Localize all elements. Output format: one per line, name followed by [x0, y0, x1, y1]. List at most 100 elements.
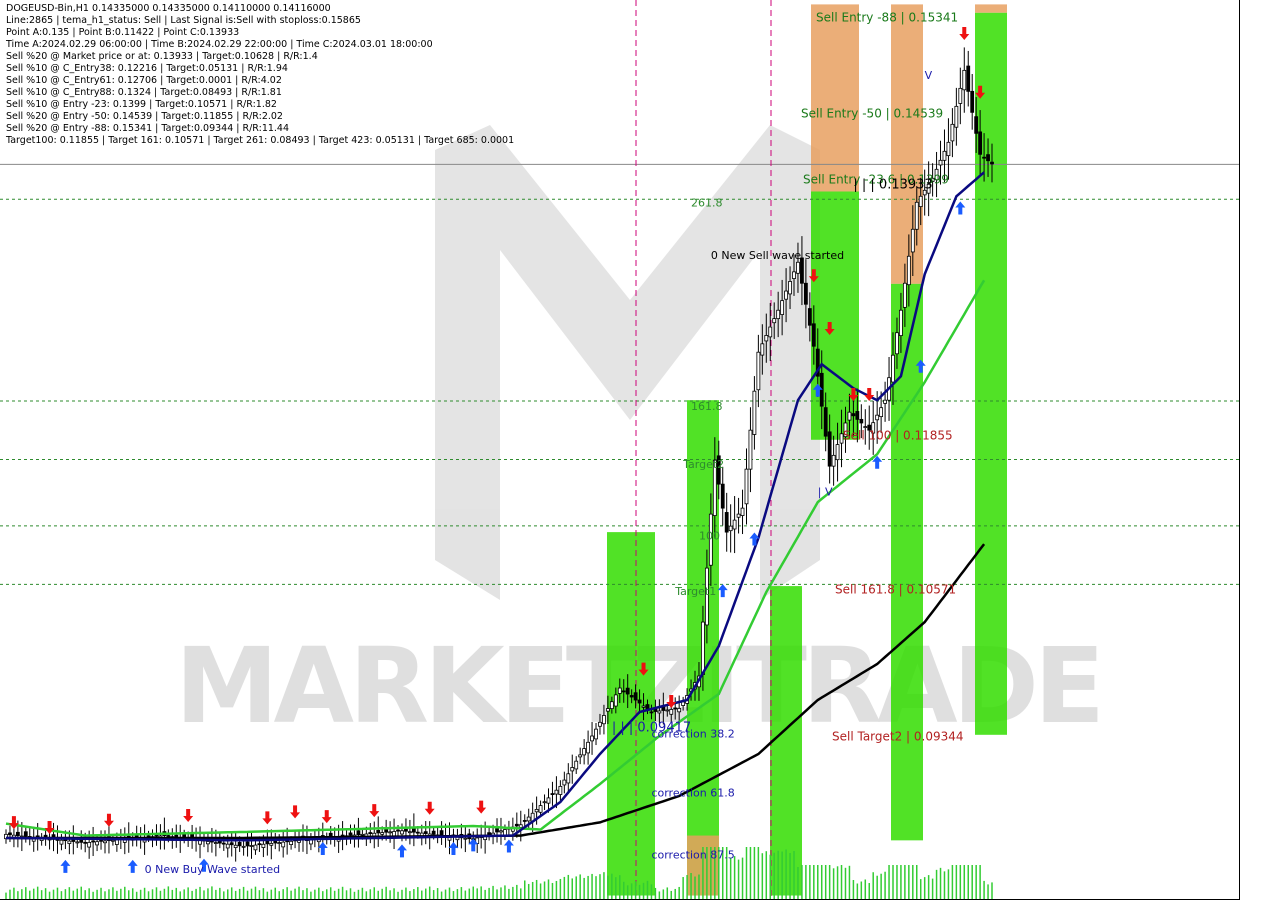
annotation-label: | | | 0.09417: [612, 721, 691, 736]
candle-body: [625, 687, 630, 695]
candle-body: [518, 824, 523, 828]
candle-body: [780, 300, 785, 315]
candle-body: [554, 789, 559, 795]
info-line: Sell %20 @ Entry -88: 0.15341 | Target:0…: [6, 123, 290, 134]
candle-body: [899, 309, 903, 337]
annotation-label: V: [925, 69, 933, 82]
annotation-label: | V: [818, 485, 833, 498]
candle-body: [740, 507, 745, 516]
chart-window: MARKETZITRADESell Entry -88 | 0.15341Sel…: [0, 0, 1280, 920]
candle-body: [641, 705, 646, 708]
candle-body: [645, 704, 650, 710]
candle-body: [938, 159, 943, 166]
candle-body: [835, 444, 840, 461]
candle-body: [356, 830, 361, 836]
sell-arrow-icon: [424, 801, 435, 815]
candle-body: [736, 513, 741, 518]
signal-zone: [811, 4, 859, 192]
candle-body: [225, 843, 230, 849]
sell-arrow-icon: [262, 811, 273, 825]
candle-body: [257, 843, 262, 846]
candle-body: [221, 842, 226, 845]
candle-body: [15, 831, 20, 837]
candle-body: [285, 840, 290, 843]
candle-body: [768, 326, 773, 338]
candle-body: [114, 839, 119, 845]
candle-body: [598, 721, 602, 727]
candle-body: [534, 809, 539, 813]
candle-body: [526, 816, 531, 822]
info-line: Line:2865 | tema_h1_status: Sell | Last …: [6, 15, 361, 26]
candle-body: [669, 709, 674, 715]
candle-body: [752, 390, 757, 435]
candle-body: [982, 156, 986, 159]
annotation-label: Target2: [682, 458, 724, 471]
candle-body: [431, 830, 436, 835]
candle-body: [613, 694, 618, 707]
sell-100-label: Sell 100 | 0.11855: [843, 429, 953, 443]
candle-body: [732, 519, 737, 530]
annotation-label: correction 87.5: [651, 849, 734, 862]
sell-arrow-icon: [183, 808, 194, 822]
candle-body: [400, 830, 404, 835]
candle-body: [87, 841, 92, 848]
candle-body: [863, 426, 868, 428]
candle-body: [891, 354, 895, 383]
candle-body: [633, 692, 638, 701]
candle-body: [582, 748, 587, 756]
signal-zone: [770, 586, 802, 896]
annotation-label: 0 New Sell wave started: [711, 249, 844, 262]
candle-body: [574, 760, 579, 770]
candle-body: [570, 767, 575, 772]
candle-body: [594, 728, 598, 740]
candle-body: [792, 271, 796, 279]
candle-body: [368, 832, 373, 835]
buy-arrow-icon: [127, 859, 138, 873]
sell-161-label: Sell 161.8 | 0.10571: [835, 583, 956, 597]
candle-body: [851, 413, 856, 417]
candle-body: [83, 841, 88, 844]
candle-body: [499, 830, 503, 833]
candle-body: [487, 832, 492, 835]
candle-body: [827, 431, 832, 467]
info-line: Sell %20 @ Entry -50: 0.14539 | Target:0…: [6, 111, 283, 122]
info-line: DOGEUSD-Bin,H1 0.14335000 0.14335000 0.1…: [6, 3, 331, 14]
info-line: Sell %20 @ Market price or at: 0.13933 |…: [6, 51, 318, 62]
candle-body: [360, 833, 365, 836]
candle-body: [621, 690, 626, 693]
candle-body: [59, 839, 64, 845]
candle-body: [914, 201, 919, 230]
sell-arrow-icon: [369, 804, 380, 818]
candle-body: [415, 831, 420, 834]
sell-arrow-icon: [103, 813, 114, 827]
buy-arrow-icon: [717, 584, 728, 598]
candle-body: [522, 820, 527, 822]
candle-body: [237, 841, 242, 847]
candle-body: [495, 828, 499, 833]
candle-body: [590, 735, 594, 742]
candle-body: [578, 754, 583, 758]
info-line: Sell %10 @ Entry -23: 0.1399 | Target:0.…: [6, 99, 277, 110]
candle-body: [281, 841, 286, 848]
candle-body: [720, 483, 725, 509]
sell-target2-label: Sell Target2 | 0.09344: [832, 730, 964, 744]
candle-body: [657, 710, 662, 714]
candle-body: [166, 835, 171, 837]
candle-body: [701, 621, 705, 675]
candle-body: [439, 830, 444, 836]
annotation-label: correction 61.8: [651, 786, 734, 799]
candle-body: [788, 281, 792, 295]
candle-body: [859, 418, 864, 424]
candle-body: [546, 797, 551, 804]
candle-body: [744, 468, 749, 505]
annotation-label: 261.8: [691, 196, 723, 209]
candle-body: [558, 785, 563, 795]
candle-body: [233, 844, 238, 849]
candle-body: [269, 843, 274, 846]
candle-body: [847, 411, 852, 421]
candle-body: [772, 318, 777, 324]
candle-body: [75, 841, 80, 844]
annotation-label: 100: [699, 530, 720, 543]
candle-body: [748, 429, 753, 470]
candle-body: [637, 699, 642, 704]
